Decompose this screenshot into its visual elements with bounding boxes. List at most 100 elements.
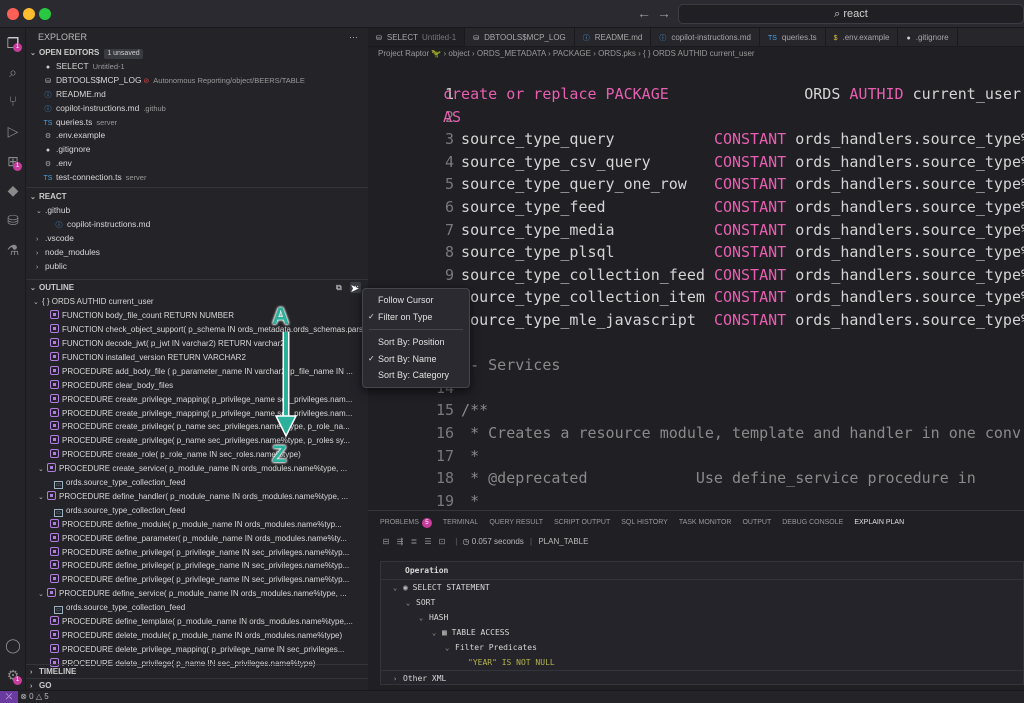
editor-tab[interactable]: $ .env.example [826,28,899,46]
editor-tab[interactable]: TS queries.ts [760,28,826,46]
command-center-search[interactable]: ⌕ react [678,4,1024,24]
menu-item[interactable]: Sort By: Category [363,367,469,384]
outline-item[interactable]: PROCEDURE create_privilege_mapping( p_pr… [26,393,368,407]
panel-tab[interactable]: TASK MONITOR [679,513,732,531]
outline-item[interactable]: FUNCTION body_file_count RETURN NUMBER [26,309,368,323]
outline-item[interactable]: PROCEDURE create_privilege( p_name sec_p… [26,420,368,434]
plan-row[interactable]: ⌄ HASH [381,610,1023,625]
outline-section[interactable]: ⌄ OUTLINE ⧉ ··· [26,281,368,295]
outline-item[interactable]: PROCEDURE define_module( p_module_name I… [26,518,368,532]
open-editor-item[interactable]: ● SELECT Untitled-1 [42,60,368,74]
outline-item[interactable]: PROCEDURE define_privilege( p_privilege_… [26,559,368,573]
editor-tab[interactable]: ⓘ README.md [575,28,652,46]
outline-item[interactable]: ▭ ords.source_type_collection_feed [26,476,368,490]
outline-item[interactable]: PROCEDURE clear_body_files [26,379,368,393]
plan-row[interactable]: ⌄ Filter Predicates [381,640,1023,655]
panel-tab[interactable]: QUERY RESULT [489,513,543,531]
outline-item[interactable]: PROCEDURE add_body_file ( p_parameter_na… [26,365,368,379]
more-actions-icon[interactable]: ··· [349,28,358,46]
back-arrow-icon[interactable]: ← [637,5,651,21]
source-control-icon[interactable]: ⑂ [4,92,22,110]
outline-item[interactable]: ⌄ PROCEDURE define_service( p_module_name… [26,587,368,601]
python-icon[interactable]: ◆ [4,181,22,199]
account-icon[interactable]: ◯ [4,636,22,654]
outline-item[interactable]: PROCEDURE define_privilege( p_privilege_… [26,573,368,587]
list-icon[interactable]: ☰ [422,531,434,553]
timeline-section[interactable]: › TIMELINE [26,665,76,679]
outline-item[interactable]: FUNCTION decode_jwt( p_jwt IN varchar2) … [26,337,368,351]
react-item[interactable]: ⓘ copilot-instructions.md [26,218,368,232]
open-editor-item[interactable]: ● .gitignore [42,143,368,157]
warning-count[interactable]: 5 [44,692,48,701]
react-item[interactable]: › public [26,260,368,274]
copy-icon[interactable]: ≣ [408,531,420,553]
panel-tab[interactable]: OUTPUT [742,513,771,531]
panel-tab[interactable]: PROBLEMS 5 [380,513,432,531]
outline-item[interactable]: PROCEDURE define_parameter( p_module_nam… [26,532,368,546]
outline-item[interactable]: PROCEDURE define_template( p_module_name… [26,615,368,629]
open-editor-item[interactable]: TS test-connection.ts server [42,171,368,185]
open-editor-item[interactable]: ⚙ .env [42,157,368,171]
menu-item[interactable]: Sort By: Position [363,334,469,351]
run-debug-icon[interactable]: ▷ [4,122,22,140]
go-section[interactable]: › GO [26,679,51,690]
maximize-window-button[interactable] [39,8,51,20]
outline-item[interactable]: ▭ ords.source_type_collection_feed [26,601,368,615]
editor-tab[interactable]: ⓘ copilot-instructions.md [651,28,760,46]
export-icon[interactable]: ⇶ [394,531,406,553]
menu-item[interactable]: ✓ Filter on Type [363,309,469,326]
outline-item[interactable]: PROCEDURE define_privilege( p_privilege_… [26,546,368,560]
plan-row[interactable]: ⌄ ◉ SELECT STATEMENT [381,580,1023,595]
code-editor[interactable]: 1 create or replace PACKAGE ORDS AUTHID c… [368,64,1024,510]
plan-row[interactable]: ⌄ ▦ TABLE ACCESS [381,625,1023,640]
panel-tab[interactable]: DEBUG CONSOLE [782,513,843,531]
outline-item[interactable]: PROCEDURE delete_privilege_mapping( p_pr… [26,643,368,657]
error-icon[interactable]: ⊗ [20,692,29,701]
plan-row[interactable]: › Other XML [381,670,1023,685]
editor-tab[interactable]: ⛁ DBTOOLS$MCP_LOG [465,28,575,46]
plan-row[interactable]: "YEAR" IS NOT NULL [381,655,1023,670]
panel-tab[interactable]: SCRIPT OUTPUT [554,513,610,531]
open-editor-item[interactable]: ⚙ .env.example [42,129,368,143]
panel-tab[interactable]: EXPLAIN PLAN [854,513,904,531]
testing-icon[interactable]: ⚗ [4,241,22,259]
collapse-all-icon[interactable]: ⧉ [336,281,342,295]
open-editor-item[interactable]: ⓘ README.md [42,88,368,102]
react-item[interactable]: › node_modules [26,246,368,260]
outline-item[interactable]: PROCEDURE create_privilege_mapping( p_pr… [26,407,368,421]
open-editor-item[interactable]: ⛁ DBTOOLS$MCP_LOG ⊘ Autonomous Reporting/o… [42,74,368,88]
database-icon[interactable]: ⛁ [4,211,22,229]
expand-icon[interactable]: ⊟ [380,531,392,553]
menu-item[interactable]: ✓ Sort By: Name [363,351,469,368]
outline-item[interactable]: ▭ ords.source_type_collection_feed [26,504,368,518]
outline-root[interactable]: ⌄{ } ORDS AUTHID current_user [26,295,368,309]
outline-item[interactable]: ⌄ PROCEDURE define_handler( p_module_name… [26,490,368,504]
error-count[interactable]: 0 [29,692,33,701]
outline-item[interactable]: PROCEDURE create_privilege( p_name sec_p… [26,434,368,448]
warning-icon[interactable]: △ [36,692,44,701]
outline-item[interactable]: ⌄ PROCEDURE create_service( p_module_name… [26,462,368,476]
outline-item[interactable]: PROCEDURE create_role( p_role_name IN se… [26,448,368,462]
outline-item[interactable]: FUNCTION check_object_support( p_schema … [26,323,368,337]
outline-item[interactable]: PROCEDURE delete_module( p_module_name I… [26,629,368,643]
split-icon[interactable]: ⊡ [436,531,448,553]
editor-tab[interactable]: ● .gitignore [898,28,958,46]
react-item[interactable]: › .vscode [26,232,368,246]
editor-tab[interactable]: ⛁ SELECT Untitled-1 [368,28,466,46]
search-icon[interactable]: ⌕ [4,63,22,81]
react-section[interactable]: ⌄ REACT [26,190,368,204]
open-editors-section[interactable]: ⌄ OPEN EDITORS 1 unsaved [26,46,368,60]
close-window-button[interactable] [7,8,19,20]
open-editor-item[interactable]: TS queries.ts server [42,116,368,130]
minimize-window-button[interactable] [23,8,35,20]
forward-arrow-icon[interactable]: → [657,5,671,21]
panel-tab[interactable]: TERMINAL [443,513,478,531]
react-item[interactable]: ⌄ .github [26,204,368,218]
breadcrumb[interactable]: Project Raptor 🦖 › object › ORDS_METADAT… [378,49,1024,63]
remote-icon[interactable]: ⤫ [0,691,18,703]
menu-item[interactable]: Follow Cursor [363,292,469,309]
outline-item[interactable]: FUNCTION installed_version RETURN VARCHA… [26,351,368,365]
plan-row[interactable]: ⌄ SORT [381,595,1023,610]
panel-tab[interactable]: SQL HISTORY [621,513,668,531]
open-editor-item[interactable]: ⓘ copilot-instructions.md .github [42,102,368,116]
